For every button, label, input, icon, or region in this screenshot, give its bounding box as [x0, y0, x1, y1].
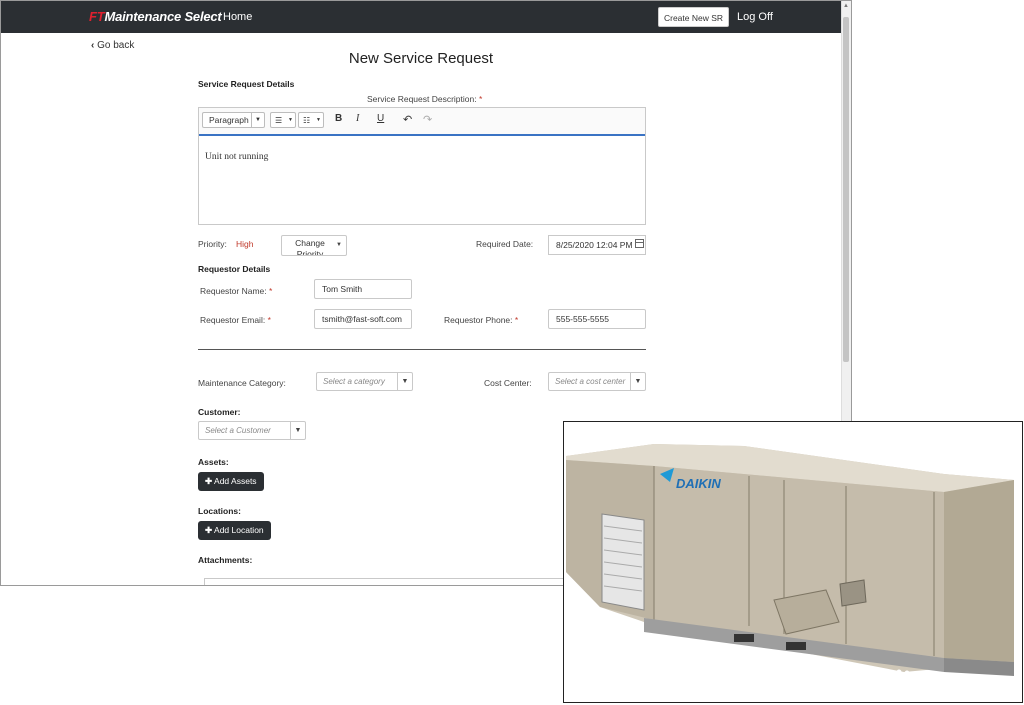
maintenance-category-select[interactable]: Select a category ▼ [316, 372, 413, 391]
plus-icon: ✚ [205, 476, 213, 486]
top-navbar: FTMaintenance Select Home Create New SR … [1, 1, 841, 33]
add-location-button[interactable]: ✚ Add Location [198, 521, 271, 540]
assets-label: Assets: [198, 457, 229, 467]
service-request-details-heading: Service Request Details [198, 79, 295, 89]
requestor-phone-input[interactable]: 555-555-5555 [548, 309, 646, 329]
requestor-phone-label: Requestor Phone: * [444, 315, 518, 325]
requestor-name-input[interactable]: Tom Smith [314, 279, 412, 299]
nav-home-link[interactable]: Home [223, 11, 252, 23]
numbered-list-icon: ☷ [303, 116, 311, 125]
log-off-link[interactable]: Log Off [737, 11, 773, 23]
hvac-unit-photo: DAIKIN [563, 421, 1023, 703]
logo-name: Maintenance Select [104, 9, 222, 24]
bold-button[interactable]: B [335, 113, 342, 124]
locations-label: Locations: [198, 506, 241, 516]
cost-center-label: Cost Center: [484, 378, 532, 388]
chevron-down-icon: ▼ [316, 117, 321, 123]
requestor-name-label: Requestor Name: * [200, 286, 272, 296]
requestor-email-label: Requestor Email: * [200, 315, 271, 325]
required-marker: * [478, 94, 483, 104]
customer-select[interactable]: Select a Customer ▼ [198, 421, 306, 440]
numbered-list-button[interactable]: ☷ ▼ [298, 112, 324, 128]
change-priority-label: Change Priority [295, 238, 325, 256]
chevron-down-icon: ▼ [336, 242, 342, 248]
logo-prefix: FT [89, 9, 105, 24]
cost-center-placeholder: Select a cost center [555, 377, 626, 386]
maintenance-category-label: Maintenance Category: [198, 378, 286, 388]
scroll-up-arrow-icon[interactable]: ▲ [842, 3, 850, 9]
add-assets-label: Add Assets [214, 476, 257, 486]
page-title: New Service Request [348, 50, 494, 67]
create-new-sr-button[interactable]: Create New SR [658, 7, 729, 27]
chevron-down-icon: ▼ [288, 117, 293, 123]
section-divider [198, 349, 646, 350]
customer-placeholder: Select a Customer [205, 426, 271, 435]
editor-toolbar: Paragraph ▼ ☰ ▼ ☷ ▼ B I U ↶ ↷ [199, 108, 645, 136]
bullet-list-button[interactable]: ☰ ▼ [270, 112, 296, 128]
chevron-down-icon: ▼ [251, 113, 264, 127]
daikin-logo: DAIKIN [676, 476, 721, 491]
bullet-list-icon: ☰ [275, 116, 283, 125]
description-label: Service Request Description: * [367, 94, 482, 104]
requestor-name-label-text: Requestor Name: [200, 286, 267, 296]
required-date-label: Required Date: [476, 239, 534, 249]
requestor-email-label-text: Requestor Email: [200, 315, 266, 325]
add-assets-button[interactable]: ✚ Add Assets [198, 472, 264, 491]
description-text[interactable]: Unit not running [205, 152, 268, 162]
change-priority-button[interactable]: Change Priority ▼ [281, 235, 347, 256]
priority-value: High [236, 239, 254, 249]
calendar-icon[interactable] [635, 239, 644, 248]
priority-label: Priority: [198, 239, 227, 249]
add-location-label: Add Location [214, 525, 264, 535]
paragraph-format-label: Paragraph [209, 115, 249, 125]
requestor-phone-label-text: Requestor Phone: [444, 315, 513, 325]
rooftop-unit-illustration: DAIKIN [566, 444, 1014, 676]
description-label-text: Service Request Description: [367, 94, 477, 104]
chevron-down-icon: ▼ [290, 422, 305, 439]
customer-label: Customer: [198, 407, 241, 417]
underline-button[interactable]: U [377, 113, 384, 124]
attachments-label: Attachments: [198, 555, 253, 565]
required-marker: * [267, 315, 271, 325]
chevron-down-icon: ▼ [397, 373, 412, 390]
requestor-email-input[interactable]: tsmith@fast-soft.com [314, 309, 412, 329]
cost-center-select[interactable]: Select a cost center ▼ [548, 372, 646, 391]
requestor-details-heading: Requestor Details [198, 264, 271, 274]
scrollbar-thumb[interactable] [843, 17, 849, 362]
required-marker: * [514, 315, 519, 325]
redo-icon[interactable]: ↷ [423, 113, 432, 126]
app-logo[interactable]: FTMaintenance Select [89, 9, 222, 24]
maintenance-category-placeholder: Select a category [323, 377, 385, 386]
required-marker: * [269, 286, 273, 296]
plus-icon: ✚ [205, 525, 213, 535]
chevron-down-icon: ▼ [630, 373, 645, 390]
description-editor[interactable]: Paragraph ▼ ☰ ▼ ☷ ▼ B I U ↶ ↷ Unit not runn… [198, 107, 646, 225]
required-date-input[interactable]: 8/25/2020 12:04 PM [548, 235, 646, 255]
italic-button[interactable]: I [356, 113, 359, 124]
undo-icon[interactable]: ↶ [403, 113, 412, 126]
paragraph-format-dropdown[interactable]: Paragraph ▼ [202, 112, 265, 128]
